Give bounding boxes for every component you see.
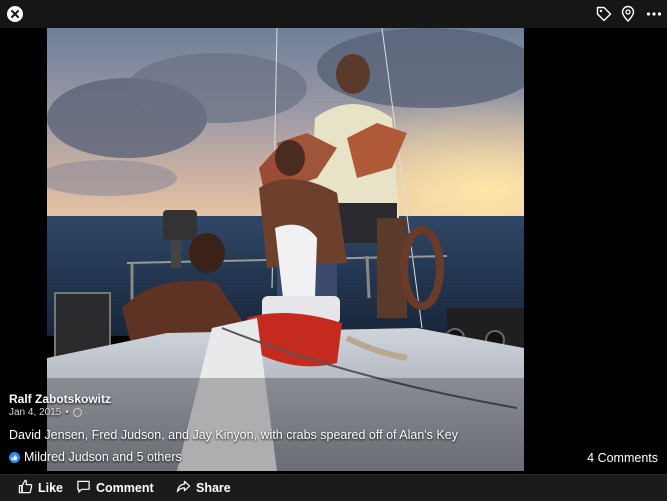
- reactions-text: Mildred Judson and 5 others: [24, 450, 182, 464]
- reactions-summary[interactable]: Mildred Judson and 5 others: [9, 450, 182, 464]
- globe-icon: [72, 408, 82, 417]
- comments-count[interactable]: 4 Comments: [587, 451, 658, 465]
- post-caption: David Jensen, Fred Judson, and Jay Kinyo…: [9, 428, 458, 442]
- post-author[interactable]: Ralf Zabotskowitz: [9, 392, 111, 406]
- date-separator: •: [65, 407, 69, 418]
- location-pin-icon[interactable]: [619, 5, 637, 23]
- post-date-row: Jan 4, 2015 •: [9, 407, 82, 418]
- comment-icon: [76, 479, 91, 497]
- close-icon[interactable]: [7, 6, 23, 22]
- share-icon: [176, 479, 191, 497]
- share-label: Share: [196, 481, 231, 495]
- tag-icon[interactable]: [595, 5, 613, 23]
- like-label: Like: [38, 481, 64, 495]
- comment-button[interactable]: Comment: [76, 479, 154, 497]
- thumbs-up-icon: [18, 479, 33, 497]
- post-photo[interactable]: [47, 28, 524, 471]
- comment-label: Comment: [96, 481, 154, 495]
- like-reaction-icon: [9, 451, 20, 463]
- like-button[interactable]: Like: [18, 479, 63, 497]
- post-action-bar: Like Comment Share: [0, 474, 667, 501]
- viewer-top-bar: [0, 0, 667, 28]
- post-date[interactable]: Jan 4, 2015: [9, 407, 61, 418]
- share-button[interactable]: Share: [176, 479, 231, 497]
- more-icon[interactable]: [645, 5, 663, 23]
